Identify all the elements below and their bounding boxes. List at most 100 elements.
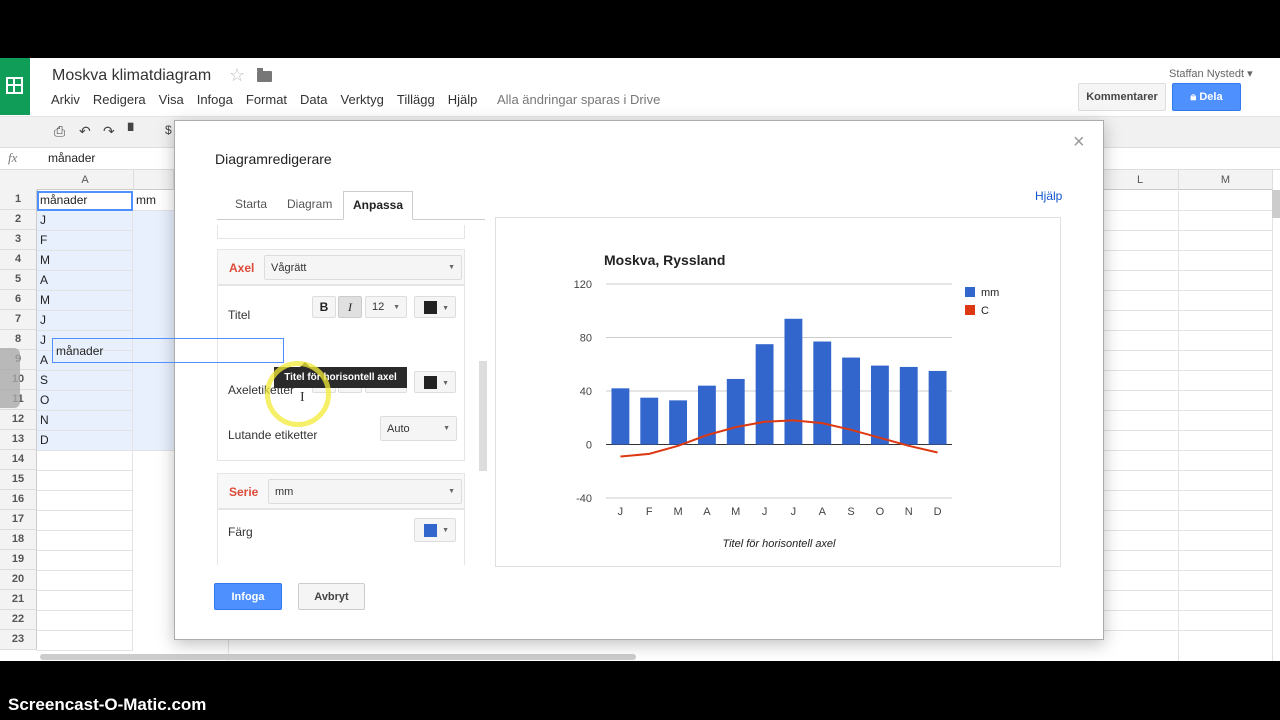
row-header[interactable]: 1 <box>0 190 37 210</box>
axis-select[interactable]: Vågrätt ▼ <box>264 255 462 280</box>
cell-empty[interactable] <box>37 471 133 491</box>
row-header[interactable]: 7 <box>0 310 37 330</box>
row-header[interactable]: 21 <box>0 590 37 610</box>
cell-empty[interactable] <box>37 551 133 571</box>
column-header-b[interactable] <box>134 170 174 190</box>
panel-scrollbar[interactable] <box>479 361 487 471</box>
menu-item-arkiv[interactable]: Arkiv <box>51 92 80 107</box>
line-series-c <box>620 419 938 458</box>
cancel-button[interactable]: Avbryt <box>298 583 365 610</box>
undo-icon[interactable]: ↶ <box>79 123 91 140</box>
row-header[interactable]: 23 <box>0 630 37 650</box>
gridline <box>1272 191 1273 661</box>
cell-empty[interactable] <box>37 491 133 511</box>
color-swatch <box>424 376 437 389</box>
series-section-body: Färg ▼ <box>217 509 465 565</box>
vertical-scrollbar[interactable] <box>1272 190 1280 218</box>
row-header[interactable]: 14 <box>0 450 37 470</box>
cell-a7[interactable]: J <box>37 311 133 331</box>
series-color-picker[interactable]: ▼ <box>414 518 456 542</box>
menu-item-tillagg[interactable]: Tillägg <box>397 92 435 107</box>
row-header[interactable]: 8 <box>0 330 37 350</box>
print-icon[interactable]: ⎙ <box>54 123 65 140</box>
select-all-corner[interactable] <box>0 170 38 191</box>
axis-title-input[interactable]: månader <box>52 338 284 363</box>
currency-format-icon[interactable]: $ <box>165 123 172 137</box>
horizontal-scrollbar[interactable] <box>40 654 636 660</box>
sheets-logo-icon[interactable] <box>0 58 30 115</box>
redo-icon[interactable]: ↷ <box>103 123 115 140</box>
cell-empty[interactable] <box>37 591 133 611</box>
recorder-side-tab[interactable] <box>0 348 20 408</box>
help-link[interactable]: Hjälp <box>1035 189 1062 203</box>
gridline <box>1102 370 1272 371</box>
labels-color-picker[interactable]: ▼ <box>414 371 456 393</box>
cell-a3[interactable]: F <box>37 231 133 251</box>
user-account[interactable]: Staffan Nystedt ▾ <box>1169 67 1253 80</box>
star-icon[interactable]: ☆ <box>229 65 245 86</box>
menu-item-hjalp[interactable]: Hjälp <box>448 92 478 107</box>
tab-starta[interactable]: Starta <box>235 191 267 218</box>
cell-a4[interactable]: M <box>37 251 133 271</box>
cell-a2[interactable]: J <box>37 211 133 231</box>
cell-empty[interactable] <box>37 451 133 471</box>
legend-label-c: C <box>981 305 989 317</box>
insert-button[interactable]: Infoga <box>214 583 282 610</box>
menu-item-verktyg[interactable]: Verktyg <box>341 92 384 107</box>
series-select[interactable]: mm ▼ <box>268 479 462 504</box>
row-header[interactable]: 2 <box>0 210 37 230</box>
cell-a5[interactable]: A <box>37 271 133 291</box>
font-size-select[interactable]: 12 ▼ <box>365 296 407 318</box>
menu-item-redigera[interactable]: Redigera <box>93 92 146 107</box>
menu-item-visa[interactable]: Visa <box>159 92 184 107</box>
tab-diagram[interactable]: Diagram <box>287 191 332 218</box>
cell-empty[interactable] <box>37 511 133 531</box>
cell-a10[interactable]: S <box>37 371 133 391</box>
column-header-l[interactable]: L <box>1102 170 1179 190</box>
x-tick-label: N <box>905 506 913 518</box>
column-header-m[interactable]: M <box>1179 170 1273 190</box>
menu-item-infoga[interactable]: Infoga <box>197 92 233 107</box>
axis-select-value: Vågrätt <box>271 262 307 274</box>
cell-empty[interactable] <box>37 631 133 651</box>
row-header[interactable]: 4 <box>0 250 37 270</box>
row-header[interactable]: 15 <box>0 470 37 490</box>
gridline <box>1102 330 1272 331</box>
share-button[interactable]: 🔒︎ Dela <box>1172 83 1241 111</box>
cell-a12[interactable]: N <box>37 411 133 431</box>
cell-empty[interactable] <box>37 571 133 591</box>
row-header[interactable]: 3 <box>0 230 37 250</box>
cell-a13[interactable]: D <box>37 431 133 451</box>
paint-format-icon[interactable]: ▘ <box>128 123 139 140</box>
row-header[interactable]: 19 <box>0 550 37 570</box>
formula-input[interactable]: månader <box>48 151 95 165</box>
row-header[interactable]: 22 <box>0 610 37 630</box>
bold-button[interactable]: B <box>312 296 336 318</box>
row-header[interactable]: 13 <box>0 430 37 450</box>
title-color-picker[interactable]: ▼ <box>414 296 456 318</box>
bar-J <box>784 318 803 445</box>
italic-button[interactable]: I <box>338 296 362 318</box>
cell-empty[interactable] <box>37 531 133 551</box>
row-header[interactable]: 12 <box>0 410 37 430</box>
row-header[interactable]: 17 <box>0 510 37 530</box>
close-icon[interactable]: × <box>1073 131 1085 154</box>
row-header[interactable]: 16 <box>0 490 37 510</box>
chart-preview: Moskva, Ryssland 120 80 40 0 -40 J F M A M J J A S O N… <box>495 217 1061 567</box>
row-header[interactable]: 20 <box>0 570 37 590</box>
menu-item-format[interactable]: Format <box>246 92 287 107</box>
cell-a6[interactable]: M <box>37 291 133 311</box>
cell-empty[interactable] <box>37 611 133 631</box>
row-header[interactable]: 18 <box>0 530 37 550</box>
comments-button[interactable]: Kommentarer <box>1078 83 1166 111</box>
folder-icon[interactable] <box>257 68 272 82</box>
row-header[interactable]: 6 <box>0 290 37 310</box>
bar-M <box>669 400 688 445</box>
slanted-labels-select[interactable]: Auto ▼ <box>380 416 457 441</box>
cell-a11[interactable]: O <box>37 391 133 411</box>
document-title[interactable]: Moskva klimatdiagram <box>52 67 211 85</box>
tab-anpassa[interactable]: Anpassa <box>343 191 414 220</box>
menu-item-data[interactable]: Data <box>300 92 327 107</box>
column-header-a[interactable]: A <box>37 170 134 190</box>
row-header[interactable]: 5 <box>0 270 37 290</box>
